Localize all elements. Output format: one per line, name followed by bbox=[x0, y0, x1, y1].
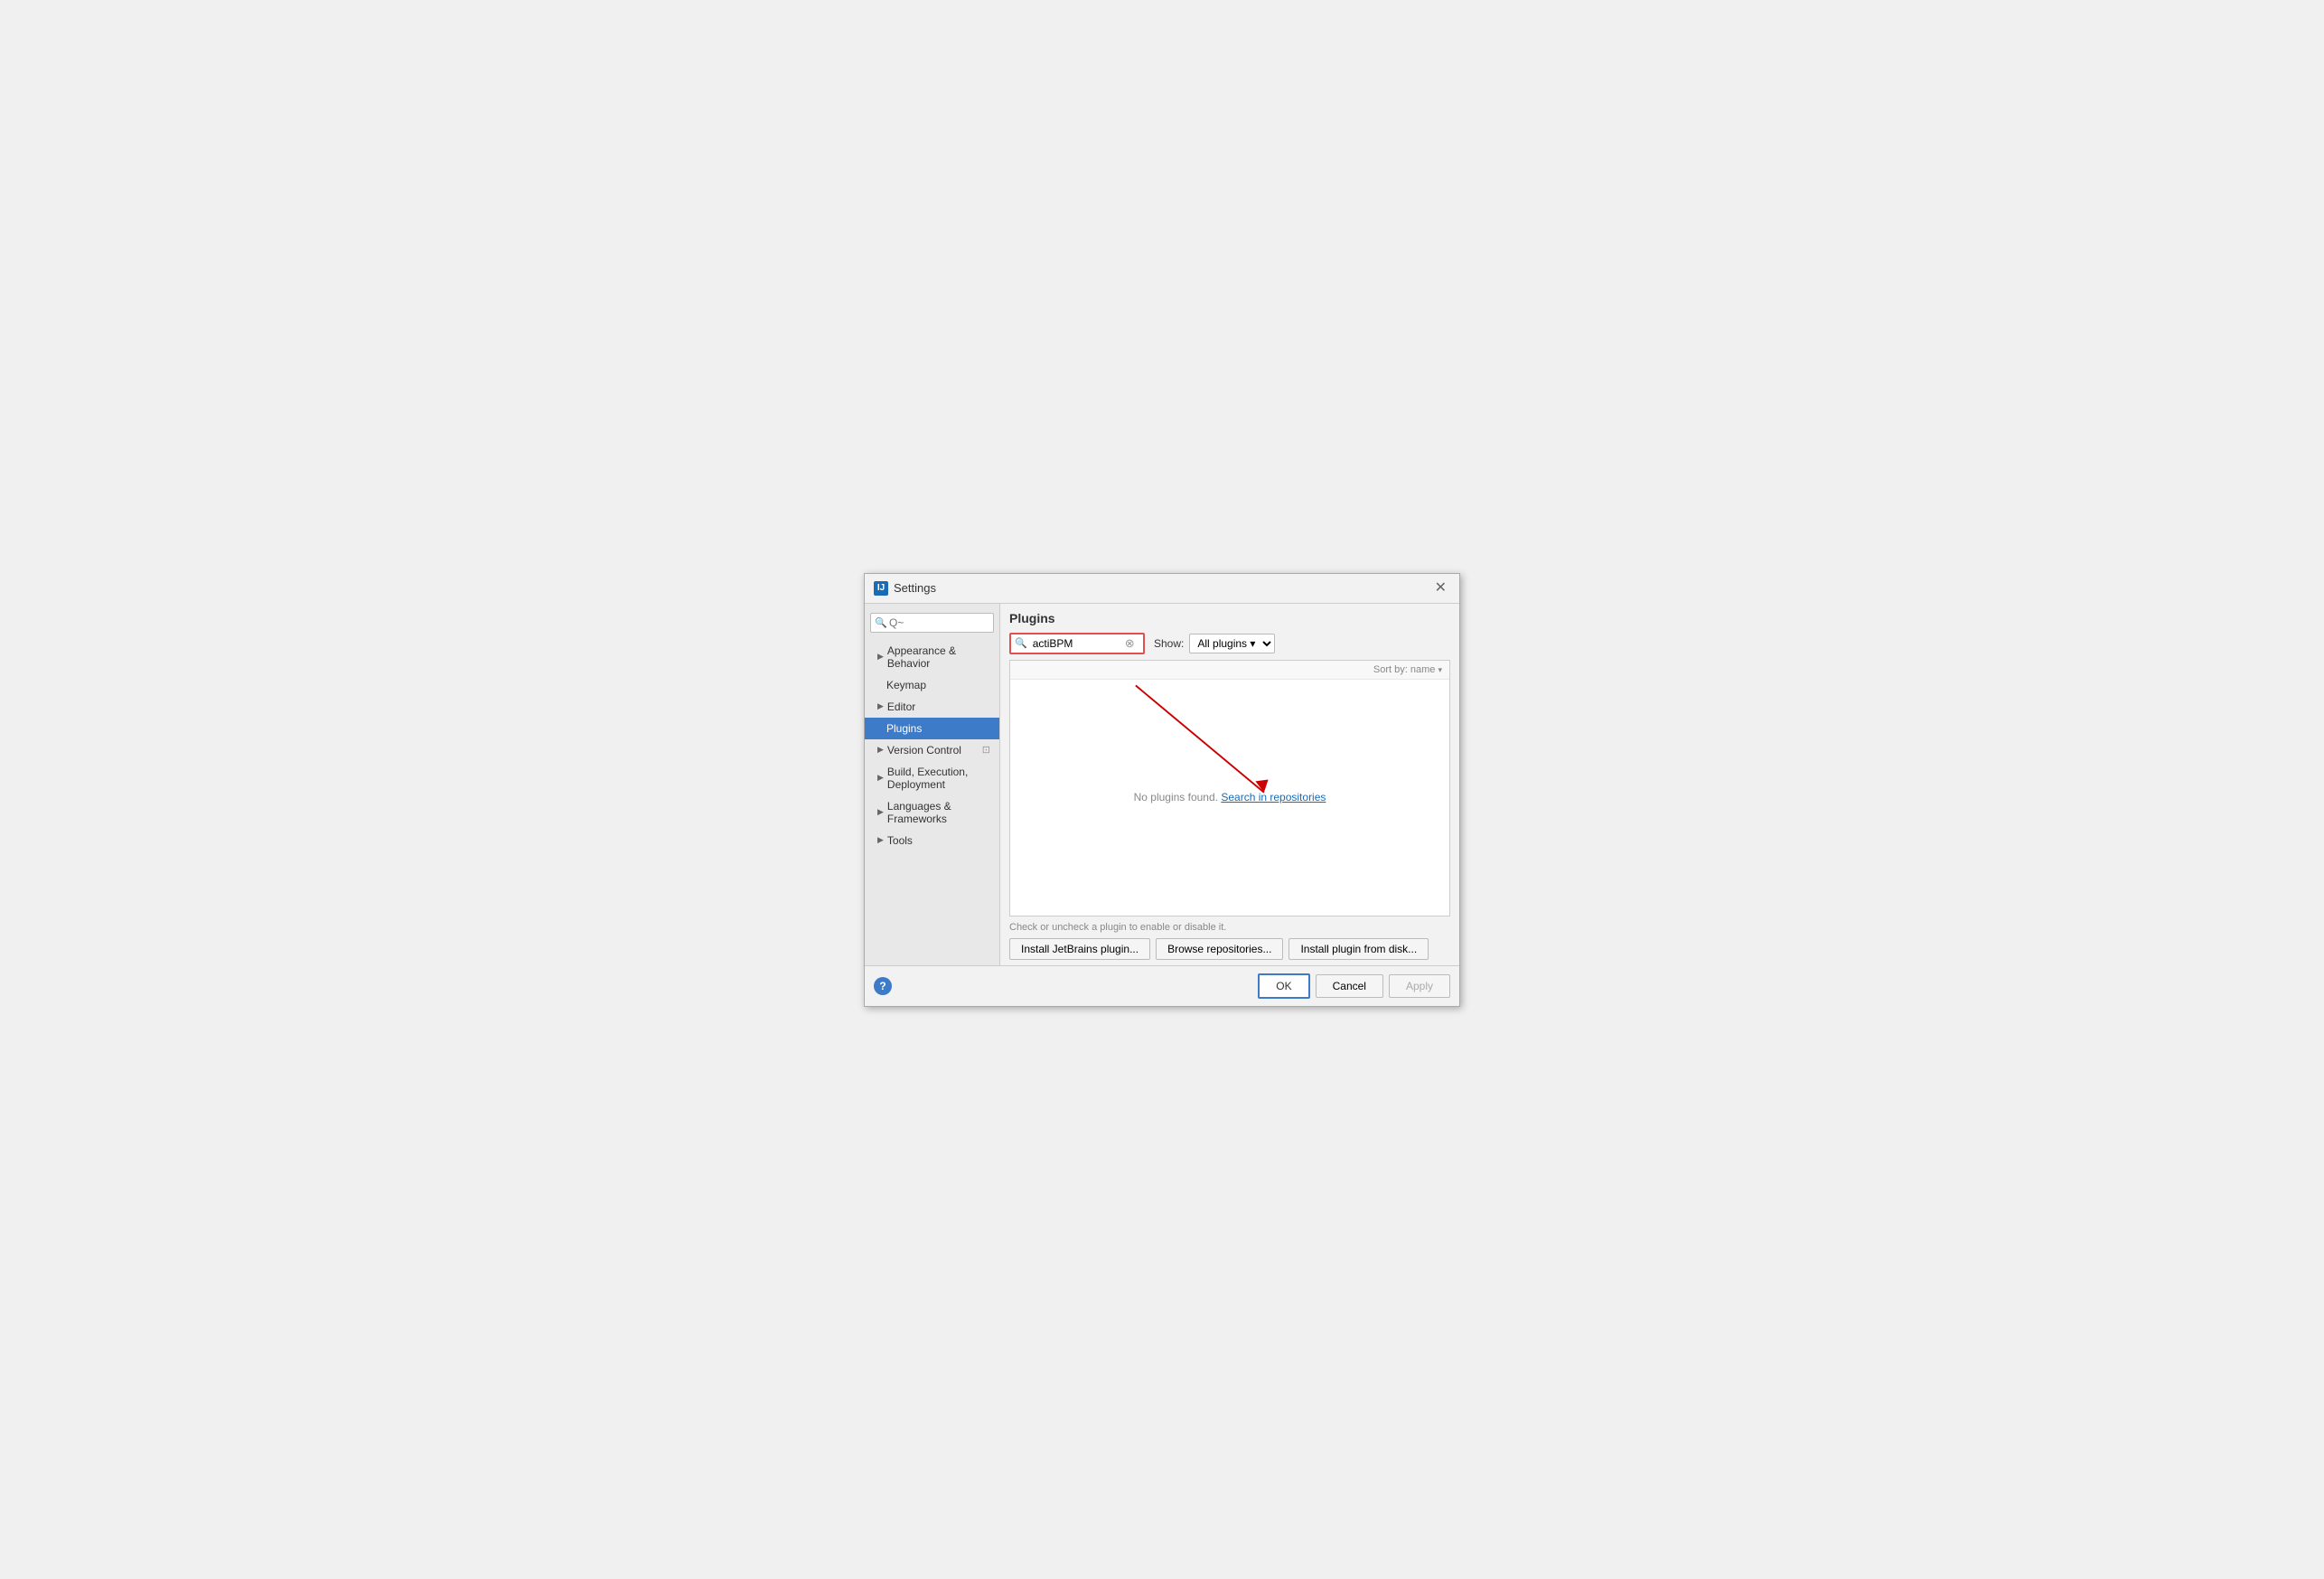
close-button[interactable]: ✕ bbox=[1431, 579, 1450, 597]
sidebar-item-label: Tools bbox=[887, 834, 913, 847]
sidebar: 🔍 ▶ Appearance & Behavior Keymap ▶ Edito… bbox=[865, 604, 1000, 965]
plugins-list-area: Sort by: name ▾ No plugins found. Search… bbox=[1009, 660, 1450, 916]
chevron-right-icon: ▶ bbox=[877, 835, 884, 845]
version-control-badge: ⊡ bbox=[982, 744, 990, 756]
sidebar-item-label: Editor bbox=[887, 700, 915, 713]
plugin-search-wrapper: 🔍 ⊗ bbox=[1009, 633, 1145, 654]
show-select[interactable]: All plugins ▾ Enabled Disabled Bundled C… bbox=[1189, 634, 1275, 653]
search-in-repositories-link[interactable]: Search in repositories bbox=[1221, 791, 1326, 804]
title-bar: IJ Settings ✕ bbox=[865, 574, 1459, 604]
clear-search-button[interactable]: ⊗ bbox=[1121, 635, 1139, 651]
sidebar-item-label: Keymap bbox=[886, 679, 926, 691]
sidebar-search-icon: 🔍 bbox=[875, 616, 887, 628]
sort-arrow-icon: ▾ bbox=[1438, 665, 1442, 674]
sidebar-item-tools[interactable]: ▶ Tools bbox=[865, 830, 999, 851]
sidebar-item-appearance[interactable]: ▶ Appearance & Behavior bbox=[865, 640, 999, 674]
dialog-footer: ? OK Cancel Apply bbox=[865, 965, 1459, 1006]
sort-bar: Sort by: name ▾ bbox=[1010, 661, 1449, 680]
sidebar-item-label: Appearance & Behavior bbox=[887, 644, 990, 670]
plugin-search-icon: 🔍 bbox=[1011, 634, 1031, 652]
sidebar-item-label: Build, Execution, Deployment bbox=[887, 766, 990, 791]
app-icon: IJ bbox=[874, 581, 888, 596]
sidebar-item-version-control[interactable]: ▶ Version Control ⊡ bbox=[865, 739, 999, 761]
chevron-right-icon: ▶ bbox=[877, 807, 884, 817]
sidebar-item-keymap[interactable]: Keymap bbox=[865, 674, 999, 696]
chevron-right-icon: ▶ bbox=[877, 773, 884, 783]
chevron-right-icon: ▶ bbox=[877, 701, 884, 711]
plugins-toolbar: 🔍 ⊗ Show: All plugins ▾ Enabled Disabled… bbox=[1009, 633, 1450, 654]
apply-button[interactable]: Apply bbox=[1389, 974, 1450, 998]
title-bar-left: IJ Settings bbox=[874, 581, 936, 596]
main-content: Plugins 🔍 ⊗ Show: All plugins ▾ Enabled … bbox=[1000, 604, 1459, 965]
sidebar-item-label: Plugins bbox=[886, 722, 922, 735]
install-from-disk-button[interactable]: Install plugin from disk... bbox=[1289, 938, 1429, 960]
sidebar-search-wrapper: 🔍 bbox=[870, 613, 994, 633]
settings-dialog: IJ Settings ✕ 🔍 ▶ Appearance & Behavior … bbox=[864, 573, 1460, 1007]
help-button[interactable]: ? bbox=[874, 977, 892, 995]
sidebar-item-build[interactable]: ▶ Build, Execution, Deployment bbox=[865, 761, 999, 795]
sidebar-search-input[interactable] bbox=[870, 613, 994, 633]
bottom-buttons: Install JetBrains plugin... Browse repos… bbox=[1009, 938, 1450, 960]
dialog-title: Settings bbox=[894, 581, 936, 595]
chevron-right-icon: ▶ bbox=[877, 652, 884, 662]
cancel-button[interactable]: Cancel bbox=[1316, 974, 1383, 998]
sidebar-item-label: Languages & Frameworks bbox=[887, 800, 990, 825]
show-label: Show: bbox=[1154, 637, 1184, 650]
app-icon-label: IJ bbox=[877, 583, 885, 593]
sidebar-item-plugins[interactable]: Plugins bbox=[865, 718, 999, 739]
dialog-body: 🔍 ▶ Appearance & Behavior Keymap ▶ Edito… bbox=[865, 604, 1459, 965]
browse-repositories-button[interactable]: Browse repositories... bbox=[1156, 938, 1283, 960]
sidebar-item-label: Version Control bbox=[887, 744, 961, 757]
footer-left: ? bbox=[874, 977, 1252, 995]
hint-text: Check or uncheck a plugin to enable or d… bbox=[1009, 922, 1450, 933]
plugins-list-content: No plugins found. Search in repositories bbox=[1010, 680, 1449, 916]
plugin-search-input[interactable] bbox=[1031, 634, 1121, 653]
install-jetbrains-button[interactable]: Install JetBrains plugin... bbox=[1009, 938, 1150, 960]
sort-by-label[interactable]: Sort by: name ▾ bbox=[1373, 664, 1442, 675]
no-plugins-message: No plugins found. Search in repositories bbox=[1134, 791, 1326, 804]
sidebar-item-languages[interactable]: ▶ Languages & Frameworks bbox=[865, 795, 999, 830]
plugins-list-area-wrapper: Sort by: name ▾ No plugins found. Search… bbox=[1009, 660, 1450, 916]
sidebar-item-editor[interactable]: ▶ Editor bbox=[865, 696, 999, 718]
plugins-title: Plugins bbox=[1009, 611, 1450, 625]
chevron-right-icon: ▶ bbox=[877, 745, 884, 755]
ok-button[interactable]: OK bbox=[1258, 973, 1309, 999]
